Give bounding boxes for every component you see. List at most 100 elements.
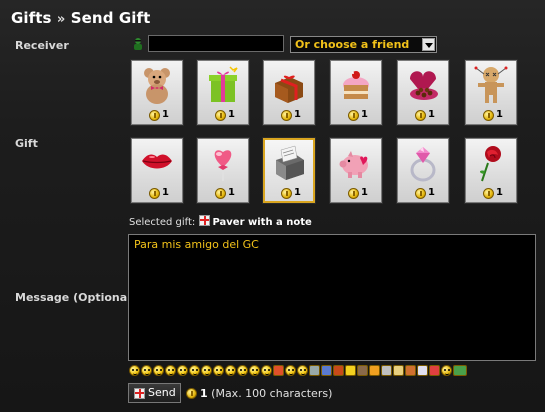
paver-with-note-icon [276, 145, 304, 180]
lips-icon [142, 154, 172, 169]
gift-chocolate-box[interactable]: 1 [397, 60, 449, 125]
sun-icon[interactable] [369, 365, 380, 376]
wrapped-present-icon [275, 75, 303, 103]
skull-icon[interactable] [261, 365, 272, 376]
rose-icon [479, 146, 501, 182]
blush-icon[interactable] [297, 365, 308, 376]
gift-cost: 1 [162, 109, 169, 120]
tongue-icon[interactable] [237, 365, 248, 376]
receiver-input[interactable] [148, 35, 284, 52]
gift-wrapped-present[interactable]: 1 [263, 60, 315, 125]
chevron-down-icon[interactable] [422, 38, 435, 51]
user-icon [134, 38, 142, 50]
animal-icon[interactable] [357, 365, 368, 376]
gift-paver-with-note[interactable]: 1 [263, 138, 315, 203]
send-cost-info: 1 (Max. 100 characters) [186, 387, 332, 400]
coin-icon [348, 110, 359, 121]
food-icon[interactable] [405, 365, 416, 376]
gift-box-icon [209, 66, 238, 102]
gift-cost: 1 [428, 187, 435, 198]
gift-diamond-ring[interactable]: 1 [397, 138, 449, 203]
gift-cupcake[interactable]: 1 [330, 60, 382, 125]
gift-cost: 1 [361, 187, 368, 198]
coin-icon [483, 188, 494, 199]
emoticon-bar [129, 365, 467, 378]
sad-icon[interactable] [201, 365, 212, 376]
message-label: Message (Optional) [15, 291, 136, 304]
gift-cost: 1 [228, 187, 235, 198]
coin-icon [215, 188, 226, 199]
gift-lips[interactable]: 1 [131, 138, 183, 203]
coin-icon [483, 110, 494, 121]
wink-icon[interactable] [153, 365, 164, 376]
coin-icon [415, 188, 426, 199]
gift-cost: 1 [496, 187, 503, 198]
voodoo-doll-icon [474, 66, 508, 103]
breadcrumb-separator: » [56, 12, 66, 27]
gift-label: Gift [15, 137, 38, 150]
grin-icon[interactable] [141, 365, 152, 376]
selected-gift-name: Paver with a note [212, 217, 312, 228]
send-cost: 1 [200, 387, 208, 400]
gift-cost: 1 [496, 109, 503, 120]
heart-icon[interactable] [273, 365, 284, 376]
receiver-label: Receiver [15, 39, 69, 52]
heart-lollipop-icon [214, 150, 232, 181]
gun-icon[interactable] [309, 365, 320, 376]
gift-piggy-bank[interactable]: 1 [330, 138, 382, 203]
max-characters-note: (Max. 100 characters) [211, 387, 333, 400]
coin-icon [186, 388, 197, 399]
breadcrumb-section[interactable]: Gifts [11, 9, 52, 27]
shock-icon[interactable] [285, 365, 296, 376]
gift-cost: 1 [228, 109, 235, 120]
gift-cost: 1 [162, 187, 169, 198]
gift-cost: 1 [294, 109, 301, 120]
send-button[interactable]: Send [128, 383, 181, 403]
choose-friend-select[interactable]: Or choose a friend [290, 36, 437, 53]
confused-icon[interactable] [213, 365, 224, 376]
gift-teddy-bear[interactable]: 1 [131, 60, 183, 125]
breadcrumb-page: Send Gift [70, 9, 151, 27]
message-textarea[interactable]: Para mis amigo del GC [128, 234, 536, 361]
page-title: Gifts » Send Gift [11, 9, 150, 27]
plane-icon[interactable] [321, 365, 332, 376]
smile-icon[interactable] [129, 365, 140, 376]
gift-box-icon [134, 388, 145, 399]
coin-icon [281, 188, 292, 199]
diamond-ring-icon [410, 147, 436, 182]
gift-box-icon [199, 215, 211, 226]
coin-icon [215, 110, 226, 121]
selected-gift-prefix: Selected gift: [129, 217, 196, 228]
star-icon[interactable] [345, 365, 356, 376]
surprised-icon[interactable] [225, 365, 236, 376]
piggy-bank-icon [339, 151, 368, 178]
teddy-bear-icon [144, 68, 170, 104]
evil-icon[interactable] [189, 365, 200, 376]
selected-gift-line: Selected gift: Paver with a note [129, 215, 312, 228]
cool-icon[interactable] [165, 365, 176, 376]
laugh-icon[interactable] [249, 365, 260, 376]
chocolate-box-icon [410, 71, 438, 100]
mail-icon[interactable] [417, 365, 428, 376]
money-icon[interactable] [453, 365, 467, 376]
choose-friend-label: Or choose a friend [295, 38, 410, 51]
coin-icon [149, 188, 160, 199]
gift-voodoo-doll[interactable]: 1 [465, 60, 517, 125]
gift-heart-lollipop[interactable]: 1 [197, 138, 249, 203]
gift-cost: 1 [361, 109, 368, 120]
coin-icon [149, 110, 160, 121]
send-button-label: Send [148, 386, 176, 399]
tool-icon[interactable] [333, 365, 344, 376]
gift-cost: 1 [294, 187, 301, 198]
gift-cost: 1 [428, 109, 435, 120]
stop-icon[interactable] [429, 365, 440, 376]
gift-gift-box[interactable]: 1 [197, 60, 249, 125]
cupcake-icon [343, 71, 369, 99]
coin-icon [348, 188, 359, 199]
coin-icon[interactable] [441, 365, 452, 376]
coin-icon [415, 110, 426, 121]
angry-icon[interactable] [177, 365, 188, 376]
gift-rose[interactable]: 1 [465, 138, 517, 203]
beer-icon[interactable] [393, 365, 404, 376]
trophy-icon[interactable] [381, 365, 392, 376]
